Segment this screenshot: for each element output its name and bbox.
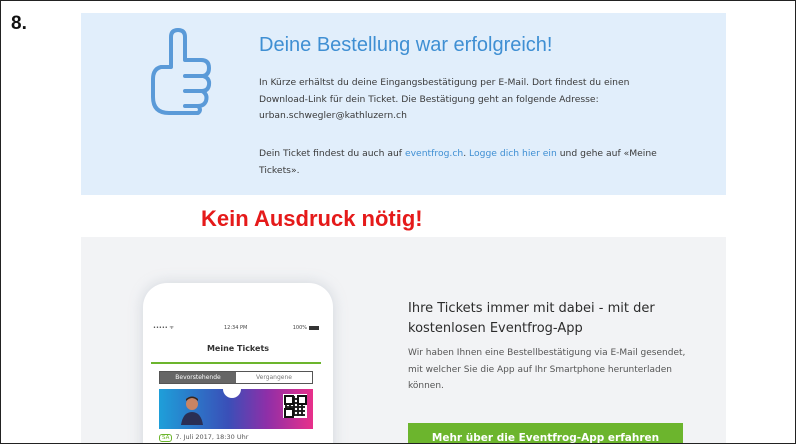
tab-upcoming: Bevorstehende <box>160 372 236 383</box>
app-info-button[interactable]: Mehr über die Eventfrog-App erfahren <box>408 423 683 443</box>
screenshot-frame: 8. Deine Bestellung war erfolgreich! In … <box>0 0 796 444</box>
app-promo-panel: ••••• ᯤ 12:34 PM 100% Meine Tickets Bevo… <box>81 237 726 443</box>
ticket-image <box>159 389 313 429</box>
phone-status-bar: ••••• ᯤ 12:34 PM 100% <box>153 325 319 335</box>
performer-image <box>181 396 203 425</box>
battery-status: 100% <box>293 325 319 331</box>
tab-past: Vergangene <box>236 372 312 383</box>
ticket-tabs: Bevorstehende Vergangene <box>159 371 313 384</box>
eventfrog-link[interactable]: eventfrog.ch <box>405 148 463 159</box>
ticket-date: SA 7. Juli 2017, 18:30 Uhr <box>159 433 248 442</box>
battery-icon <box>309 325 319 330</box>
phone-title-underline <box>151 362 321 364</box>
status-time: 12:34 PM <box>224 325 248 331</box>
success-message: In Kürze erhältst du deine Eingangsbestä… <box>259 75 659 125</box>
order-success-panel: Deine Bestellung war erfolgreich! In Kür… <box>81 13 726 195</box>
confirmation-info: In Kürze erhältst du deine Eingangsbestä… <box>259 77 630 105</box>
phone-screen-title: Meine Tickets <box>206 344 270 353</box>
ticket-location-message: Dein Ticket findest du auch auf eventfro… <box>259 146 669 179</box>
login-link[interactable]: Logge dich hier ein <box>469 148 557 159</box>
step-number: 8. <box>11 13 27 34</box>
qr-code-icon <box>283 394 307 418</box>
battery-percent: 100% <box>292 325 307 331</box>
ticket-info-prefix: Dein Ticket findest du auch auf <box>259 148 405 159</box>
email-address: urban.schwegler@kathluzern.ch <box>259 110 407 121</box>
app-promo-title: Ihre Tickets immer mit dabei - mit der k… <box>408 301 655 336</box>
app-promo-text: Wir haben Ihnen eine Bestellbestätigung … <box>408 348 686 391</box>
signal-icon: ••••• ᯤ <box>153 325 174 331</box>
phone-mockup: ••••• ᯤ 12:34 PM 100% Meine Tickets Bevo… <box>143 283 333 443</box>
thumbs-up-icon <box>151 28 212 115</box>
day-badge: SA <box>159 434 173 442</box>
success-title: Deine Bestellung war erfolgreich! <box>259 34 553 56</box>
ticket-notch <box>223 389 241 398</box>
ticket-date-text: 7. Juli 2017, 18:30 Uhr <box>175 433 249 441</box>
no-print-annotation: Kein Ausdruck nötig! <box>201 206 423 231</box>
